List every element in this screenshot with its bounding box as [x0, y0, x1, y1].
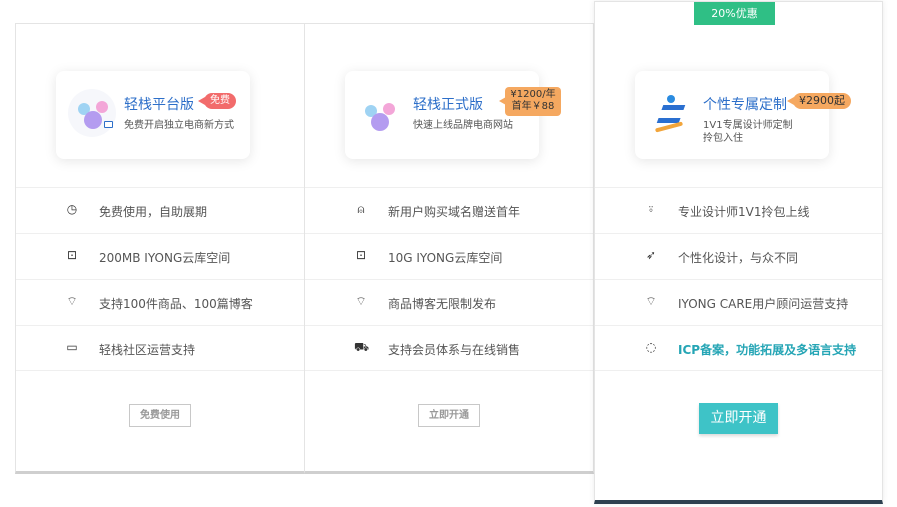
free-use-button[interactable]: 免费使用 [129, 404, 191, 427]
activate-custom-button[interactable]: 立即开通 [699, 403, 778, 434]
feature-text: 免费使用，自助展期 [99, 205, 208, 219]
feature-text: 新用户购买域名赠送首年 [388, 205, 521, 219]
plan-subtitle: 快速上线品牌电商网站 [413, 120, 513, 131]
clock-icon: ◷ [66, 202, 78, 216]
tag-icon: ⌔ [66, 294, 78, 308]
brand-logo-icon [68, 89, 116, 137]
tag-icon: ⌔ [355, 294, 367, 308]
feature-text: 10G IYONG云库空间 [388, 251, 503, 265]
plan-card-platform: 轻栈平台版 免费 免费开启独立电商新方式 ◷ 免费使用，自助展期 ⊡ 200MB… [15, 23, 305, 474]
feature-item: ➶ 个性化设计，与众不同 [595, 233, 882, 279]
price-line-first-year: 首年￥88 [511, 101, 555, 112]
feature-text: 轻栈社区运营支持 [99, 343, 196, 357]
feature-list: ⍤ 专业设计师1V1拎包上线 ➶ 个性化设计，与众不同 ⌔ IYONG CARE… [595, 187, 882, 371]
feature-text: 商品博客无限制发布 [388, 297, 497, 311]
inbox-icon: ⊡ [66, 248, 78, 262]
feature-item: ⊡ 200MB IYONG云库空间 [16, 233, 304, 279]
brand-logo-icon [357, 89, 405, 137]
subtitle-line: 拎包入住 [703, 133, 743, 144]
price-line-annual: ¥1200/年 [510, 89, 556, 100]
feature-item: ▭ 轻栈社区运营支持 [16, 325, 304, 371]
price-tag: ¥2900起 [787, 93, 851, 109]
feature-text: 个性化设计，与众不同 [678, 251, 799, 265]
plan-subtitle: 1V1专属设计师定制 拎包入住 [703, 119, 793, 145]
price-tag: ¥1200/年 首年￥88 [499, 87, 561, 116]
feature-item: ⌔ IYONG CARE用户顾问运营支持 [595, 279, 882, 325]
plan-subtitle: 免费开启独立电商新方式 [124, 120, 234, 131]
plan-title: 轻栈平台版 [124, 97, 194, 113]
designer-logo-icon [647, 89, 695, 137]
feature-text: 支持100件商品、100篇博客 [99, 297, 253, 311]
feature-item: ⍤ 专业设计师1V1拎包上线 [595, 187, 882, 233]
cart-icon: ⛟ [354, 340, 370, 354]
feature-item: ◷ 免费使用，自助展期 [16, 187, 304, 233]
user-icon: ⍤ [647, 202, 655, 216]
feature-item: ⌔ 支持100件商品、100篇博客 [16, 279, 304, 325]
price-tag: 免费 [198, 93, 236, 109]
feature-text: IYONG CARE用户顾问运营支持 [678, 297, 849, 311]
feature-item: ⛟ 支持会员体系与在线销售 [305, 325, 593, 371]
feature-text: 支持会员体系与在线销售 [388, 343, 521, 357]
inbox-icon: ⊡ [355, 248, 367, 262]
feature-item: ⌔ 商品博客无限制发布 [305, 279, 593, 325]
feature-list: ⍝ 新用户购买域名赠送首年 ⊡ 10G IYONG云库空间 ⌔ 商品博客无限制发… [305, 187, 593, 371]
feature-text: 专业设计师1V1拎包上线 [678, 205, 810, 219]
monitor-icon [104, 121, 113, 128]
subtitle-line: 1V1专属设计师定制 [703, 120, 793, 131]
chat-icon: ◌ [645, 340, 657, 354]
award-icon: ⍝ [357, 202, 365, 216]
feature-item: ⍝ 新用户购买域名赠送首年 [305, 187, 593, 233]
feature-list: ◷ 免费使用，自助展期 ⊡ 200MB IYONG云库空间 ⌔ 支持100件商品… [16, 187, 304, 371]
plan-card-official: 轻栈正式版 ¥1200/年 首年￥88 快速上线品牌电商网站 ⍝ 新用户购买域名… [304, 23, 594, 474]
plan-card-custom: 个性专属定制 ¥2900起 1V1专属设计师定制 拎包入住 ⍤ 专业设计师1V1… [594, 1, 883, 504]
discount-badge: 20%优惠 [694, 2, 775, 25]
activate-official-button[interactable]: 立即开通 [418, 404, 480, 427]
monitor-icon: ▭ [66, 340, 78, 354]
plan-header: 个性专属定制 ¥2900起 1V1专属设计师定制 拎包入住 [635, 71, 851, 159]
rocket-icon: ➶ [645, 248, 657, 262]
feature-text: 200MB IYONG云库空间 [99, 251, 231, 265]
plan-title: 轻栈正式版 [413, 97, 483, 113]
feature-item: ⊡ 10G IYONG云库空间 [305, 233, 593, 279]
plan-title: 个性专属定制 [703, 97, 787, 113]
tag-icon: ⌔ [645, 294, 657, 308]
plan-header: 轻栈平台版 免费 免费开启独立电商新方式 [56, 71, 250, 159]
feature-item: ◌ ICP备案，功能拓展及多语言支持 [595, 325, 882, 371]
feature-text: ICP备案，功能拓展及多语言支持 [678, 343, 857, 357]
plan-header: 轻栈正式版 ¥1200/年 首年￥88 快速上线品牌电商网站 [345, 71, 561, 159]
